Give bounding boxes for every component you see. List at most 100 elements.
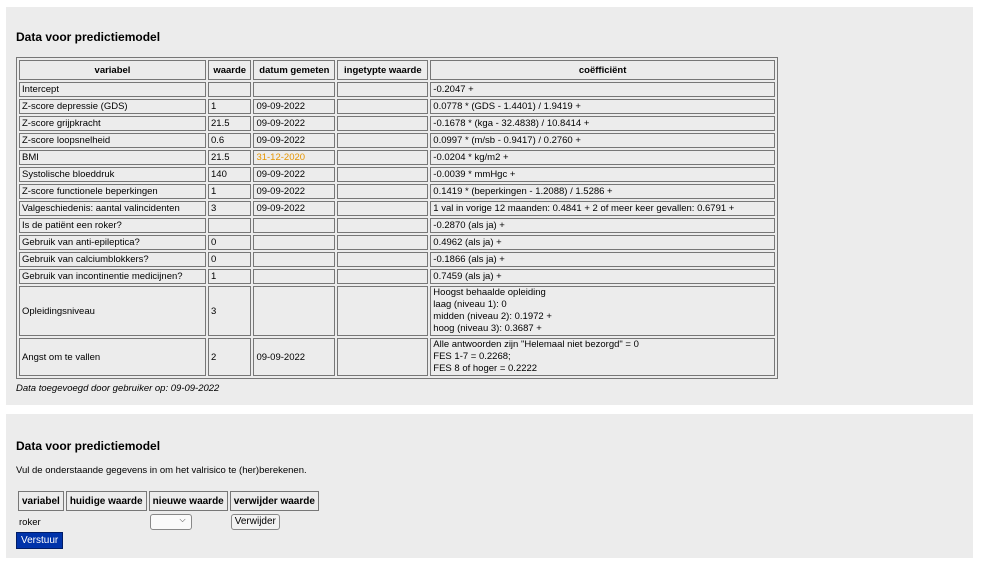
cell-waarde: 140 — [208, 167, 252, 182]
col-header-datum: datum gemeten — [253, 60, 336, 80]
cell-variabel: BMI — [19, 150, 206, 165]
cell-waarde — [208, 218, 252, 233]
cell-variabel: Intercept — [19, 82, 206, 97]
table-row: Gebruik van calciumblokkers? 0 -0.1866 (al… — [19, 252, 775, 267]
col-header-ingetypt: ingetypte waarde — [337, 60, 429, 80]
new-value-select[interactable]: ⌵ — [149, 514, 192, 530]
table-row: Gebruik van incontinentie medicijnen? 1 0.… — [19, 269, 775, 284]
intro-text: Vul de onderstaande gegevens in om het v… — [16, 465, 307, 476]
cell-variabel: Systolische bloeddruk — [19, 167, 206, 182]
cell-ingetypt — [337, 150, 429, 165]
cell-ingetypt — [337, 252, 429, 267]
recalculate-panel: Data voor predictiemodel Vul de ondersta… — [6, 414, 973, 558]
cell-datum: 09-09-2022 — [253, 338, 336, 376]
table-row-opleiding: Opleidingsniveau 3 Hoogst behaalde oplei… — [19, 286, 775, 336]
cell-coef: -0.1866 (als ja) + — [430, 252, 775, 267]
cell-variabel: roker — [19, 516, 41, 528]
cell-waarde: 21.5 — [208, 150, 252, 165]
cell-variabel: Z-score depressie (GDS) — [19, 99, 206, 114]
cell-coef: -0.0204 * kg/m2 + — [430, 150, 775, 165]
col-header-waarde: waarde — [208, 60, 252, 80]
edit-header-row: variabel huidige waarde nieuwe waarde ve… — [18, 491, 319, 511]
cell-coef: 1 val in vorige 12 maanden: 0.4841 + 2 o… — [430, 201, 775, 216]
coef-line: midden (niveau 2): 0.1972 + — [433, 311, 552, 322]
prediction-table: variabel waarde datum gemeten ingetypte … — [16, 57, 778, 379]
cell-waarde: 2 — [208, 338, 252, 376]
cell-variabel: Valgeschiedenis: aantal valincidenten — [19, 201, 206, 216]
section-title: Data voor predictiemodel — [16, 439, 161, 453]
cell-datum: 09-09-2022 — [253, 167, 336, 182]
cell-variabel: Is de patiënt een roker? — [19, 218, 206, 233]
coef-line: hoog (niveau 3): 0.3687 + — [433, 323, 542, 334]
cell-variabel: Z-score grijpkracht — [19, 116, 206, 131]
section-title: Data voor predictiemodel — [16, 30, 161, 44]
cell-variabel: Gebruik van anti-epileptica? — [19, 235, 206, 250]
cell-waarde: 1 — [208, 99, 252, 114]
coef-line: FES 1-7 = 0.2268; — [433, 351, 511, 362]
table-row: Z-score depressie (GDS) 1 09-09-2022 0.0778… — [19, 99, 775, 114]
cell-verwijder: Verwijder — [230, 513, 319, 531]
table-row: Gebruik van anti-epileptica? 0 0.4962 (als… — [19, 235, 775, 250]
cell-coef: 0.7459 (als ja) + — [430, 269, 775, 284]
cell-ingetypt — [337, 235, 429, 250]
cell-coef: Hoogst behaalde opleiding laag (niveau 1… — [430, 286, 775, 336]
col-header-coef: coëfficiënt — [430, 60, 775, 80]
remove-value-button[interactable]: Verwijder — [230, 514, 280, 530]
cell-waarde: 0.6 — [208, 133, 252, 148]
col-header-variabel: variabel — [19, 60, 206, 80]
table-row: Z-score grijpkracht 21.5 09-09-2022 -0.1678… — [19, 116, 775, 131]
cell-ingetypt — [337, 218, 429, 233]
col-header-huidige: huidige waarde — [65, 491, 147, 511]
cell-datum: 09-09-2022 — [253, 133, 336, 148]
cell-waarde — [208, 82, 252, 97]
cell-coef: -0.2870 (als ja) + — [430, 218, 775, 233]
cell-waarde: 0 — [208, 235, 252, 250]
cell-datum — [253, 82, 336, 97]
table-row-angst: Angst om te vallen 2 09-09-2022 Alle ant… — [19, 338, 775, 376]
cell-datum — [253, 218, 336, 233]
table-row: Systolische bloeddruk 140 09-09-2022 -0.003… — [19, 167, 775, 182]
cell-coef: 0.0778 * (GDS - 1.4401) / 1.9419 + — [430, 99, 775, 114]
col-header-variabel: variabel — [18, 491, 64, 511]
coef-line: Alle antwoorden zijn "Helemaal niet bezo… — [433, 339, 639, 350]
cell-waarde: 21.5 — [208, 116, 252, 131]
coef-line: FES 8 of hoger = 0.2222 — [433, 363, 538, 374]
cell-waarde: 3 — [208, 201, 252, 216]
cell-datum — [253, 235, 336, 250]
cell-waarde: 1 — [208, 269, 252, 284]
cell-variabel: Opleidingsniveau — [19, 286, 206, 336]
edit-table: variabel huidige waarde nieuwe waarde ve… — [16, 489, 321, 533]
cell-datum: 09-09-2022 — [253, 99, 336, 114]
cell-coef: 0.0997 * (m/sb - 0.9417) / 0.2760 + — [430, 133, 775, 148]
prediction-data-panel: Data voor predictiemodel variabel waarde… — [6, 7, 973, 405]
table-row: Z-score functionele beperkingen 1 09-09-20… — [19, 184, 775, 199]
cell-coef: Alle antwoorden zijn "Helemaal niet bezo… — [430, 338, 775, 376]
cell-ingetypt — [337, 133, 429, 148]
cell-variabel: Z-score functionele beperkingen — [19, 184, 206, 199]
table-header-row: variabel waarde datum gemeten ingetypte … — [19, 60, 775, 80]
cell-variabel: Gebruik van calciumblokkers? — [19, 252, 206, 267]
cell-nieuwe: ⌵ — [149, 513, 228, 531]
cell-waarde: 3 — [208, 286, 252, 336]
cell-ingetypt — [337, 269, 429, 284]
added-by-footnote: Data toegevoegd door gebruiker op: 09-09… — [16, 383, 220, 394]
cell-ingetypt — [337, 286, 429, 336]
col-header-verwijder: verwijder waarde — [229, 491, 319, 511]
submit-button[interactable]: Verstuur — [16, 532, 64, 549]
cell-ingetypt — [337, 338, 429, 376]
cell-datum: 09-09-2022 — [253, 116, 336, 131]
cell-datum: 09-09-2022 — [253, 201, 336, 216]
coef-line: Hoogst behaalde opleiding — [433, 287, 546, 298]
cell-datum — [253, 286, 336, 336]
cell-datum — [253, 252, 336, 267]
cell-waarde: 0 — [208, 252, 252, 267]
cell-datum: 31-12-2020 — [253, 150, 336, 165]
cell-coef: -0.1678 * (kga - 32.4838) / 10.8414 + — [430, 116, 775, 131]
chevron-down-icon: ⌵ — [179, 515, 186, 524]
cell-ingetypt — [337, 184, 429, 199]
table-row: Intercept -0.2047 + — [19, 82, 775, 97]
cell-datum: 09-09-2022 — [253, 184, 336, 199]
edit-row-roker: roker ⌵ Verwijder — [18, 513, 319, 531]
cell-coef: -0.2047 + — [430, 82, 775, 97]
cell-waarde: 1 — [208, 184, 252, 199]
